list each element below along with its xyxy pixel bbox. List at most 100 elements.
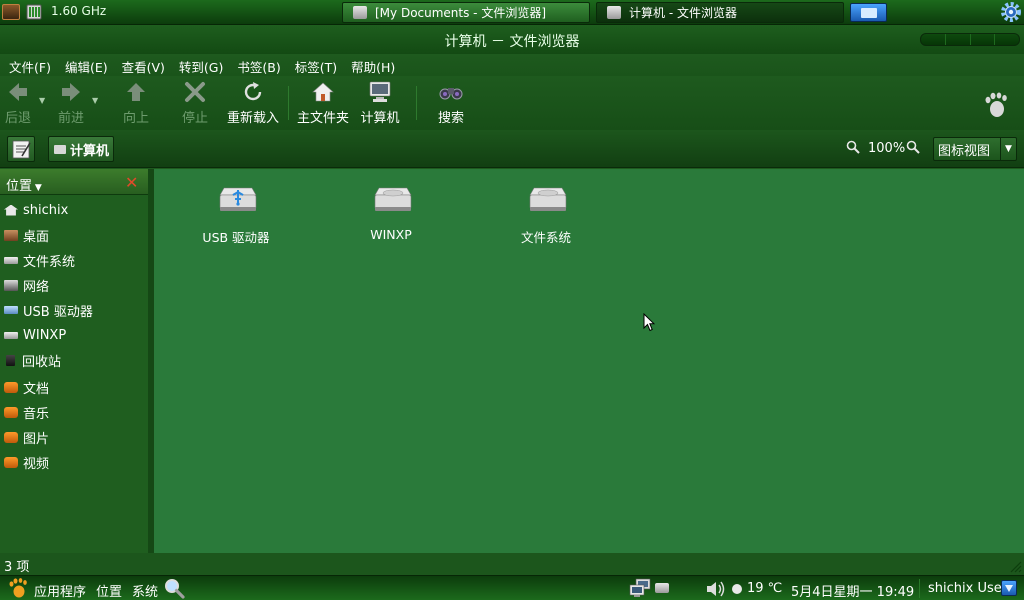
gnome-foot-icon[interactable]	[8, 578, 28, 598]
drive-icon	[4, 256, 18, 264]
network-monitor-icon[interactable]	[628, 578, 654, 598]
zoom-out-button[interactable]	[846, 140, 860, 158]
drive-icon	[4, 331, 18, 339]
chevron-down-icon: ▼	[1000, 138, 1016, 160]
sidebar-header: 位置 ▼ ✕	[0, 169, 148, 195]
top-panel: 1.60 GHz [My Documents - 文件浏览器] 计算机 - 文件…	[0, 0, 1024, 25]
sidebar-item-filesystem[interactable]: 文件系统	[0, 249, 148, 271]
cpu-frequency: 1.60 GHz	[51, 4, 107, 18]
menu-help[interactable]: 帮助(H)	[346, 54, 400, 76]
sidebar-item-documents[interactable]: 文档	[0, 376, 148, 398]
sidebar-item-label: 视频	[23, 456, 50, 472]
temperature[interactable]: 19 ℃	[747, 581, 782, 596]
sidebar-item-label: 文件系统	[23, 254, 76, 270]
sidebar-item-desktop[interactable]: 桌面	[0, 224, 148, 246]
sidebar-item-winxp[interactable]: WINXP	[0, 324, 148, 346]
system-menu[interactable]: 系统	[132, 581, 158, 600]
home-label: 主文件夹	[296, 111, 349, 126]
search-button[interactable]: 搜索	[432, 76, 470, 130]
sidebar-item-home[interactable]: shichix	[0, 199, 148, 221]
sidebar-item-music[interactable]: 音乐	[0, 401, 148, 423]
sidebar-item-usb-drive[interactable]: USB 驱动器	[0, 299, 148, 321]
stop-label: 停止	[181, 111, 208, 126]
back-history-chevron-icon[interactable]: ▼	[39, 96, 45, 105]
taskbar-button-my-documents[interactable]: [My Documents - 文件浏览器]	[342, 2, 590, 23]
icon-item-label: WINXP	[370, 227, 412, 242]
menu-edit[interactable]: 编辑(E)	[60, 54, 113, 76]
window-controls[interactable]	[920, 33, 1020, 46]
stop-button[interactable]: 停止	[179, 76, 211, 130]
show-desktop-button[interactable]	[850, 3, 887, 22]
back-button[interactable]: 后退	[2, 76, 34, 130]
folder-icon	[4, 406, 18, 418]
breadcrumb-label: 计算机	[70, 143, 110, 159]
menu-tabs[interactable]: 标签(T)	[290, 54, 342, 76]
taskbar-button-label: [My Documents - 文件浏览器]	[375, 6, 547, 20]
sidebar-item-trash[interactable]: 回收站	[0, 349, 148, 371]
home-icon	[4, 204, 18, 216]
menu-go[interactable]: 转到(G)	[174, 54, 228, 76]
up-label: 向上	[122, 111, 149, 126]
reload-button[interactable]: 重新载入	[225, 76, 281, 130]
menu-bookmarks[interactable]: 书签(B)	[232, 54, 285, 76]
sidebar-type-select[interactable]: 位置 ▼	[6, 175, 42, 194]
restore-button[interactable]	[971, 34, 996, 45]
user-switcher[interactable]: shichix User	[928, 581, 1007, 596]
back-arrow-icon	[9, 83, 27, 101]
file-browser-icon	[353, 6, 367, 19]
location-toggle-button[interactable]	[7, 136, 35, 162]
clock[interactable]: 5月4日星期一 19:49	[791, 581, 914, 600]
places-menu[interactable]: 位置	[96, 581, 122, 600]
desktop-icon	[4, 229, 18, 241]
icon-view[interactable]: USB 驱动器 WINXP 文件系统	[154, 169, 1024, 553]
close-button[interactable]	[995, 34, 1019, 45]
taskbar-button-label: 计算机 - 文件浏览器	[629, 6, 737, 20]
cpu-icon[interactable]	[2, 4, 20, 20]
status-text: 3 项	[4, 560, 30, 575]
folder-icon	[4, 456, 18, 468]
taskbar-button-computer[interactable]: 计算机 - 文件浏览器	[596, 2, 844, 23]
sidebar-item-label: 图片	[23, 431, 50, 447]
zoom-in-button[interactable]	[906, 140, 920, 158]
back-label: 后退	[4, 111, 31, 126]
home-button[interactable]: 主文件夹	[294, 76, 352, 130]
sidebar-item-label: WINXP	[23, 327, 67, 343]
close-sidebar-icon[interactable]: ✕	[125, 173, 138, 192]
maximize-button[interactable]	[946, 34, 971, 45]
menu-file[interactable]: 文件(F)	[4, 54, 56, 76]
keyboard-icon[interactable]	[655, 583, 669, 593]
forward-history-chevron-icon[interactable]: ▼	[92, 96, 98, 105]
applications-menu[interactable]: 应用程序	[34, 581, 86, 600]
hard-drive-icon	[374, 187, 412, 211]
location-bar: 计算机 100% 图标视图 ▼	[0, 130, 1024, 168]
window-titlebar[interactable]: 计算机 － 文件浏览器	[0, 25, 1024, 54]
computer-icon	[369, 81, 391, 102]
folder-icon	[4, 431, 18, 443]
sidebar-item-label: shichix	[23, 202, 69, 218]
shutdown-icon[interactable]	[1001, 580, 1017, 596]
resize-grip-icon[interactable]	[1008, 559, 1022, 573]
battery-icon[interactable]	[25, 3, 45, 21]
menu-view[interactable]: 查看(V)	[117, 54, 170, 76]
sidebar-item-network[interactable]: 网络	[0, 274, 148, 296]
up-button[interactable]: 向上	[120, 76, 152, 130]
view-mode-select[interactable]: 图标视图 ▼	[933, 137, 1017, 161]
network-icon	[4, 279, 18, 291]
minimize-button[interactable]	[921, 34, 946, 45]
sidebar-item-videos[interactable]: 视频	[0, 451, 148, 473]
up-arrow-icon	[127, 83, 145, 101]
computer-button[interactable]: 计算机	[356, 76, 404, 130]
folder-icon	[4, 381, 18, 393]
forward-button[interactable]: 前进	[55, 76, 87, 130]
sidebar-item-label: 文档	[23, 381, 50, 397]
gnome-foot-icon	[985, 92, 1007, 117]
gear-icon[interactable]	[1000, 1, 1022, 23]
sidebar-item-label: 网络	[23, 279, 50, 295]
bottom-panel: 应用程序 位置 系统 19 ℃ 5月4日星期一 19:49 shichix Us…	[0, 575, 1024, 600]
sidebar-item-pictures[interactable]: 图片	[0, 426, 148, 448]
arrow-down-icon	[1005, 585, 1013, 592]
weather-icon[interactable]	[732, 584, 742, 594]
volume-icon[interactable]	[704, 579, 726, 599]
breadcrumb-computer[interactable]: 计算机	[48, 136, 114, 162]
search-icon[interactable]	[163, 577, 185, 599]
